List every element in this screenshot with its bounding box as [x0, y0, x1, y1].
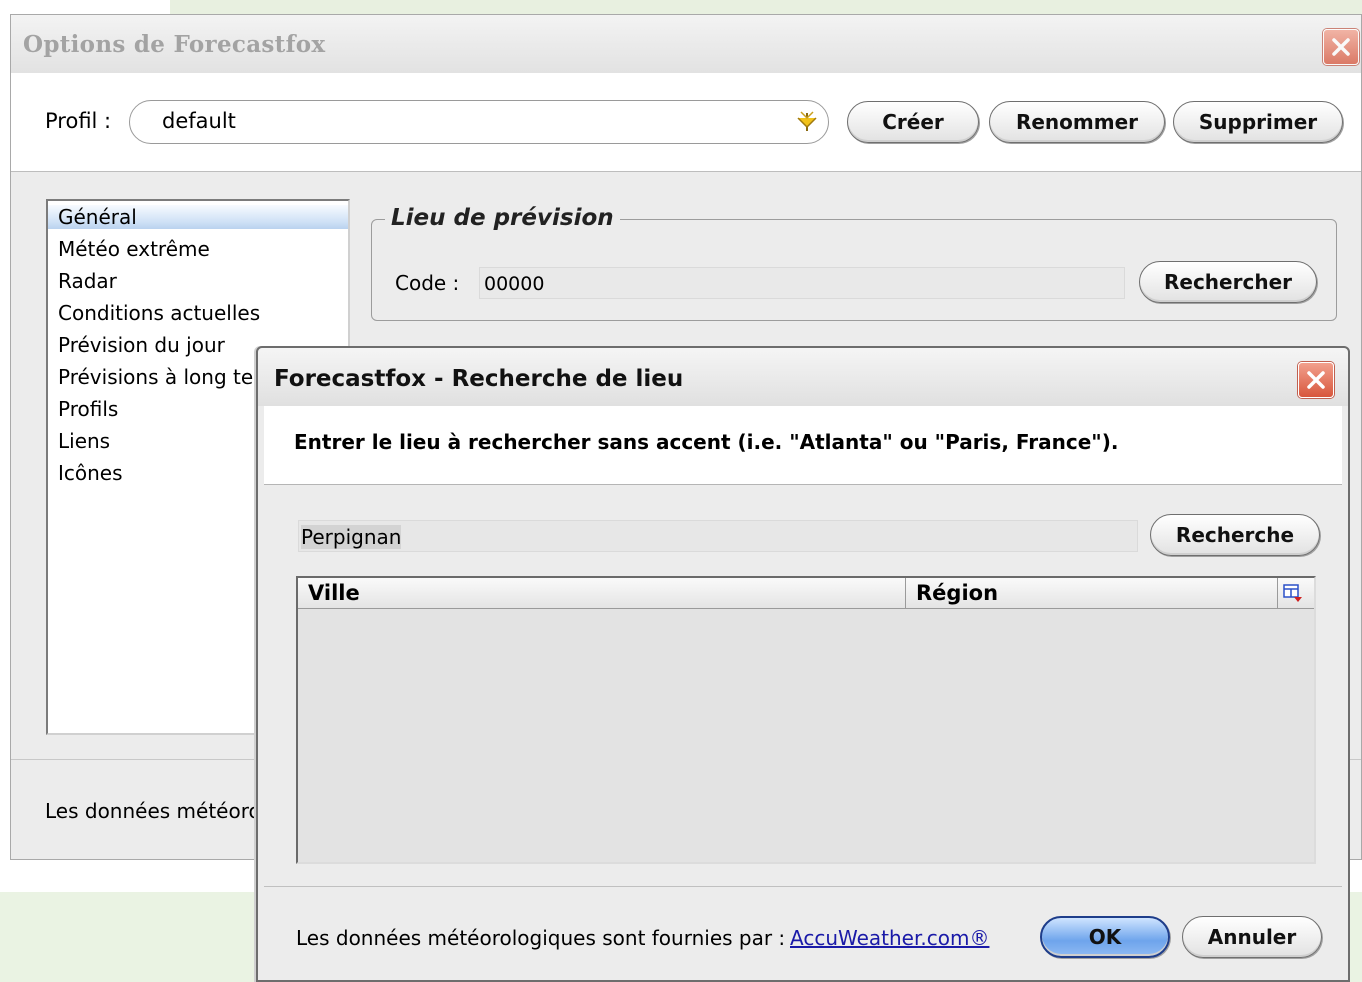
category-item-extreme-weather[interactable]: Météo extrême	[58, 237, 210, 261]
ok-button[interactable]: OK	[1040, 916, 1170, 958]
options-footer-text: Les données météorol	[45, 799, 267, 823]
location-code-value: 00000	[484, 273, 545, 295]
search-dialog-title-bar[interactable]: Forecastfox - Recherche de lieu	[258, 348, 1348, 406]
dropdown-arrow-icon	[797, 111, 817, 131]
location-search-dialog: Forecastfox - Recherche de lieu Entrer l…	[256, 346, 1350, 982]
category-item-long-term-forecast[interactable]: Prévisions à long term	[58, 365, 281, 389]
category-item-current-conditions[interactable]: Conditions actuelles	[58, 301, 260, 325]
close-icon	[1307, 371, 1325, 389]
forecast-location-legend: Lieu de prévision	[385, 205, 620, 231]
search-dialog-header: Entrer le lieu à rechercher sans accent …	[264, 406, 1342, 485]
search-dialog-title: Forecastfox - Recherche de lieu	[274, 366, 684, 392]
options-window-title: Options de Forecastfox	[23, 31, 326, 58]
location-search-button[interactable]: Rechercher	[1139, 261, 1317, 303]
category-item-general[interactable]: Général	[48, 205, 348, 229]
column-header-city[interactable]: Ville	[298, 578, 906, 608]
data-provider-text: Les données météorologiques sont fournie…	[296, 926, 786, 950]
location-search-input[interactable]: Perpignan	[298, 520, 1138, 552]
results-table-header: Ville Région	[298, 578, 1314, 609]
options-close-button[interactable]	[1323, 29, 1359, 65]
search-dialog-close-button[interactable]	[1298, 362, 1334, 398]
results-table[interactable]: Ville Région	[296, 576, 1316, 864]
category-item-radar[interactable]: Radar	[58, 269, 117, 293]
profile-dropdown[interactable]: default	[129, 100, 829, 144]
options-title-bar[interactable]: Options de Forecastfox	[11, 15, 1361, 74]
cancel-button[interactable]: Annuler	[1182, 916, 1322, 958]
profile-dropdown-value: default	[162, 109, 236, 133]
profile-label: Profil :	[45, 109, 112, 133]
delete-profile-button[interactable]: Supprimer	[1173, 101, 1343, 143]
category-item-icons[interactable]: Icônes	[58, 461, 123, 485]
search-dialog-footer-separator	[264, 886, 1342, 887]
search-instructions: Entrer le lieu à rechercher sans accent …	[294, 430, 1119, 454]
location-search-value: Perpignan	[301, 525, 402, 549]
profile-bar: Profil : default Créer Renommer Supprime…	[11, 73, 1361, 172]
run-search-button[interactable]: Recherche	[1150, 514, 1320, 556]
location-code-label: Code :	[395, 271, 460, 295]
create-profile-button[interactable]: Créer	[847, 101, 979, 143]
accuweather-link[interactable]: AccuWeather.com®	[790, 926, 989, 950]
category-item-links[interactable]: Liens	[58, 429, 110, 453]
rename-profile-button[interactable]: Renommer	[989, 101, 1165, 143]
close-icon	[1332, 38, 1350, 56]
location-code-input[interactable]: 00000	[479, 267, 1125, 299]
category-item-profiles[interactable]: Profils	[58, 397, 118, 421]
category-item-daily-forecast[interactable]: Prévision du jour	[58, 333, 225, 357]
column-header-region[interactable]: Région	[906, 578, 1278, 608]
column-picker-icon[interactable]	[1282, 582, 1304, 604]
